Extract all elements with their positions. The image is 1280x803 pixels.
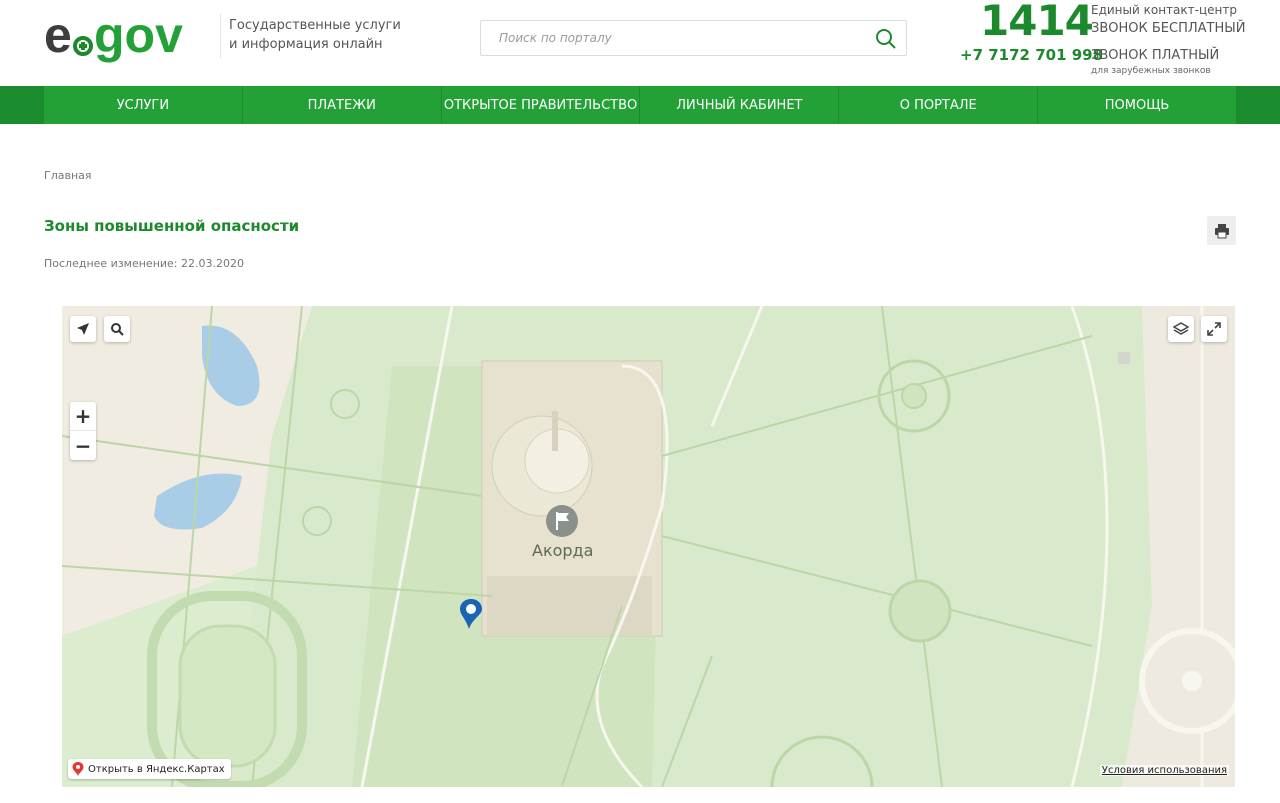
zoom-control: + − xyxy=(70,402,96,460)
nav-item-open-government[interactable]: ОТКРЫТОЕ ПРАВИТЕЛЬСТВО xyxy=(442,86,641,124)
tagline-line1: Государственные услуги xyxy=(229,18,401,33)
map-search-icon xyxy=(111,323,124,336)
open-in-yandex-maps-link[interactable]: Открыть в Яндекс.Картах xyxy=(68,759,231,779)
fullscreen-button[interactable] xyxy=(1201,316,1227,342)
map-pin-icon[interactable] xyxy=(458,597,484,631)
nav-item-personal-account[interactable]: ЛИЧНЫЙ КАБИНЕТ xyxy=(640,86,840,124)
nav-item-help[interactable]: ПОМОЩЬ xyxy=(1038,86,1236,124)
flag-icon xyxy=(546,505,578,537)
phone-alt-note: для зарубежных звонков xyxy=(1091,66,1211,76)
phone-main-label: Единый контакт-центр xyxy=(1091,3,1237,17)
map-place-label: Акорда xyxy=(532,541,594,560)
fullscreen-icon xyxy=(1207,322,1221,336)
phone-alt[interactable]: +7 7172 701 998 xyxy=(960,46,1103,64)
main-nav-inner: УСЛУГИ ПЛАТЕЖИ ОТКРЫТОЕ ПРАВИТЕЛЬСТВО ЛИ… xyxy=(44,86,1236,124)
zoom-out-button[interactable]: − xyxy=(70,431,96,460)
tagline: Государственные услуги и информация онла… xyxy=(229,16,429,54)
egov-logo[interactable]: e gov xyxy=(44,8,216,72)
nav-item-services[interactable]: УСЛУГИ xyxy=(44,86,243,124)
print-button[interactable] xyxy=(1207,216,1236,245)
svg-text:gov: gov xyxy=(94,8,183,63)
svg-text:e: e xyxy=(44,8,72,63)
phone-alt-paid-label: ЗВОНОК ПЛАТНЫЙ xyxy=(1091,48,1220,63)
breadcrumb-home[interactable]: Главная xyxy=(44,169,92,182)
search-box xyxy=(480,20,907,56)
last-updated: Последнее изменение: 22.03.2020 xyxy=(44,257,244,270)
page-title: Зоны повышенной опасности xyxy=(44,217,300,235)
main-nav: УСЛУГИ ПЛАТЕЖИ ОТКРЫТОЕ ПРАВИТЕЛЬСТВО ЛИ… xyxy=(0,86,1280,124)
map-widget[interactable]: Акорда + − Открыть в Яндекс.Картах Услов… xyxy=(62,306,1235,787)
layers-icon xyxy=(1173,322,1189,335)
open-in-yandex-label: Открыть в Яндекс.Картах xyxy=(88,763,225,775)
search-input[interactable] xyxy=(481,21,861,55)
terms-of-use-link[interactable]: Условия использования xyxy=(1099,765,1229,776)
map-search-button[interactable] xyxy=(104,316,130,342)
map-tiles[interactable] xyxy=(62,306,1235,787)
zoom-in-button[interactable]: + xyxy=(70,402,96,431)
tagline-line2: и информация онлайн xyxy=(229,37,383,52)
print-icon xyxy=(1214,223,1229,238)
locate-button[interactable] xyxy=(70,316,96,342)
search-icon[interactable] xyxy=(874,27,898,51)
locate-icon xyxy=(77,323,89,335)
nav-item-about[interactable]: О ПОРТАЛЕ xyxy=(839,86,1039,124)
phone-main[interactable]: 1414 xyxy=(980,0,1094,45)
phone-main-free-label: ЗВОНОК БЕСПЛАТНЫЙ xyxy=(1091,21,1246,36)
header: e gov Государственные услуги и информаци… xyxy=(0,0,1280,86)
layers-button[interactable] xyxy=(1168,316,1194,342)
location-pin-icon xyxy=(72,762,84,776)
logo-divider xyxy=(220,14,221,58)
nav-item-payments[interactable]: ПЛАТЕЖИ xyxy=(243,86,442,124)
